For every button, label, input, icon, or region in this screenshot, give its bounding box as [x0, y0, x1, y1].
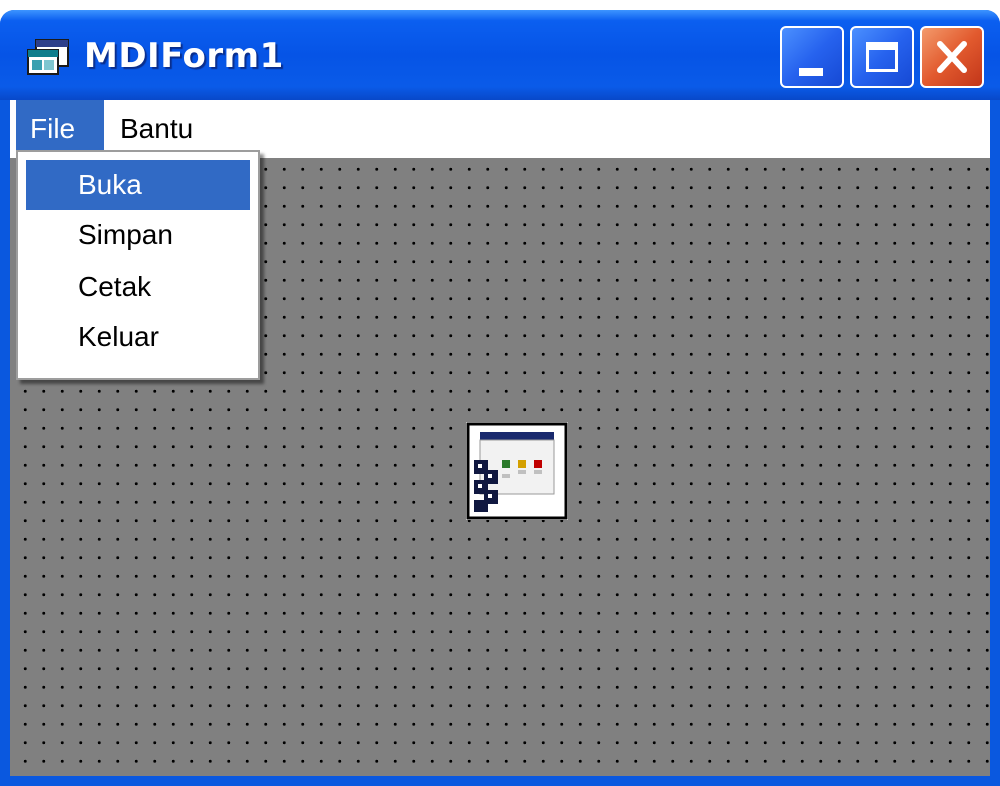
- close-icon: [937, 41, 967, 73]
- menu-item-buka[interactable]: Buka: [26, 160, 250, 210]
- minimize-icon: [799, 68, 823, 76]
- mdi-form-icon: [27, 39, 69, 75]
- menu-item-keluar[interactable]: Keluar: [26, 312, 250, 362]
- menu-item-cetak[interactable]: Cetak: [26, 262, 250, 312]
- mdi-window: MDIForm1 File Bantu: [0, 10, 1000, 786]
- menu-item-simpan[interactable]: Simpan: [26, 210, 250, 260]
- window-title: MDIForm1: [84, 36, 284, 76]
- title-bar[interactable]: MDIForm1: [0, 10, 1000, 100]
- minimize-button[interactable]: [780, 26, 844, 88]
- file-menu-dropdown: Buka Simpan Cetak Keluar: [16, 150, 260, 380]
- maximize-icon: [866, 42, 898, 72]
- maximize-button[interactable]: [850, 26, 914, 88]
- close-button[interactable]: [920, 26, 984, 88]
- form-designer-icon[interactable]: [466, 422, 568, 520]
